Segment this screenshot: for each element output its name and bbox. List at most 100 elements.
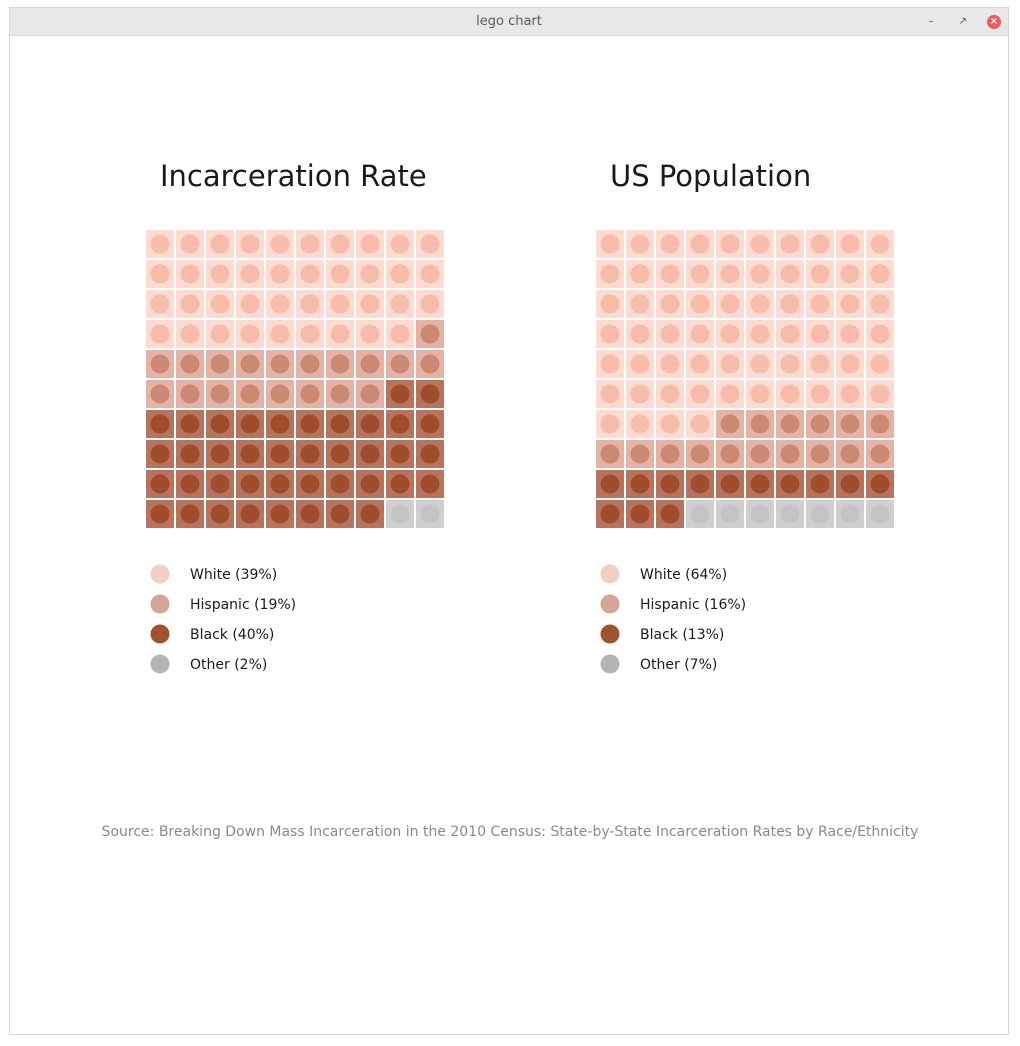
- stud: [780, 504, 800, 524]
- waffle-cell-white: [716, 350, 744, 378]
- waffle-cell-white: [386, 320, 414, 348]
- stud: [210, 324, 230, 344]
- waffle-cell-white: [686, 320, 714, 348]
- waffle-cell-white: [716, 260, 744, 288]
- stud: [360, 294, 380, 314]
- stud: [690, 354, 710, 374]
- stud: [660, 504, 680, 524]
- close-icon[interactable]: ×: [987, 15, 1001, 29]
- minimize-icon[interactable]: –: [924, 15, 938, 29]
- waffle-cell-white: [626, 410, 654, 438]
- waffle-cell-white: [296, 320, 324, 348]
- stud: [690, 264, 710, 284]
- stud: [840, 384, 860, 404]
- waffle-cell-white: [626, 290, 654, 318]
- legend: White (64%) Hispanic (16%) Black (13%) Othe…: [600, 564, 746, 674]
- stud: [600, 294, 620, 314]
- stud: [360, 234, 380, 254]
- stud: [660, 324, 680, 344]
- stud: [150, 504, 170, 524]
- stud: [210, 294, 230, 314]
- app-window: lego chart – ↗ × Incarceration Rate Whit…: [9, 7, 1009, 1035]
- stud: [240, 264, 260, 284]
- stud: [180, 504, 200, 524]
- stud: [330, 354, 350, 374]
- stud: [810, 354, 830, 374]
- waffle-cell-white: [326, 290, 354, 318]
- stud: [660, 414, 680, 434]
- stud: [300, 324, 320, 344]
- stud: [360, 384, 380, 404]
- stud: [240, 504, 260, 524]
- stud: [600, 324, 620, 344]
- waffle-cell-white: [776, 230, 804, 258]
- legend-item-hispanic: Hispanic (16%): [600, 594, 746, 614]
- waffle-cell-black: [266, 470, 294, 498]
- waffle-cell-white: [806, 320, 834, 348]
- stud: [150, 474, 170, 494]
- stud: [210, 264, 230, 284]
- stud: [810, 474, 830, 494]
- stud: [630, 234, 650, 254]
- stud: [600, 414, 620, 434]
- waffle-cell-white: [836, 290, 864, 318]
- legend-swatch: [600, 624, 620, 644]
- title-bar[interactable]: lego chart – ↗ ×: [10, 8, 1008, 36]
- stud: [390, 384, 410, 404]
- waffle-cell-hispanic: [176, 380, 204, 408]
- stud: [150, 234, 170, 254]
- waffle-cell-white: [296, 230, 324, 258]
- waffle-cell-white: [656, 230, 684, 258]
- stud: [180, 384, 200, 404]
- waffle-cell-white: [746, 320, 774, 348]
- stud: [600, 444, 620, 464]
- waffle-grid: [596, 230, 894, 528]
- waffle-cell-white: [356, 260, 384, 288]
- waffle-cell-white: [686, 350, 714, 378]
- stud: [750, 414, 770, 434]
- source-caption: Source: Breaking Down Mass Incarceration…: [102, 824, 919, 840]
- waffle-cell-white: [236, 290, 264, 318]
- waffle-cell-white: [266, 290, 294, 318]
- stud: [330, 504, 350, 524]
- waffle-cell-white: [746, 290, 774, 318]
- waffle-cell-white: [206, 260, 234, 288]
- waffle-cell-hispanic: [746, 410, 774, 438]
- waffle-cell-hispanic: [356, 350, 384, 378]
- stud: [420, 504, 440, 524]
- stud: [240, 414, 260, 434]
- waffle-cell-black: [386, 410, 414, 438]
- legend-swatch: [150, 564, 170, 584]
- chart-title: Incarceration Rate: [160, 159, 427, 193]
- waffle-cell-white: [866, 350, 894, 378]
- waffle-cell-white: [686, 260, 714, 288]
- waffle-cell-white: [806, 350, 834, 378]
- stud: [210, 234, 230, 254]
- stud: [690, 414, 710, 434]
- waffle-cell-black: [776, 470, 804, 498]
- waffle-cell-white: [836, 380, 864, 408]
- stud: [330, 234, 350, 254]
- stud: [300, 264, 320, 284]
- stud: [780, 414, 800, 434]
- waffle-cell-hispanic: [836, 410, 864, 438]
- stud: [690, 474, 710, 494]
- restore-icon[interactable]: ↗: [956, 15, 970, 29]
- stud: [780, 324, 800, 344]
- stud: [270, 384, 290, 404]
- stud: [300, 474, 320, 494]
- stud: [810, 324, 830, 344]
- waffle-cell-other: [866, 500, 894, 528]
- waffle-cell-white: [776, 320, 804, 348]
- stud: [810, 234, 830, 254]
- stud: [600, 474, 620, 494]
- waffle-cell-white: [806, 290, 834, 318]
- waffle-cell-white: [656, 290, 684, 318]
- stud: [420, 384, 440, 404]
- waffle-cell-black: [656, 470, 684, 498]
- stud: [870, 234, 890, 254]
- waffle-cell-white: [716, 290, 744, 318]
- stud: [360, 324, 380, 344]
- waffle-cell-black: [596, 500, 624, 528]
- stud: [660, 444, 680, 464]
